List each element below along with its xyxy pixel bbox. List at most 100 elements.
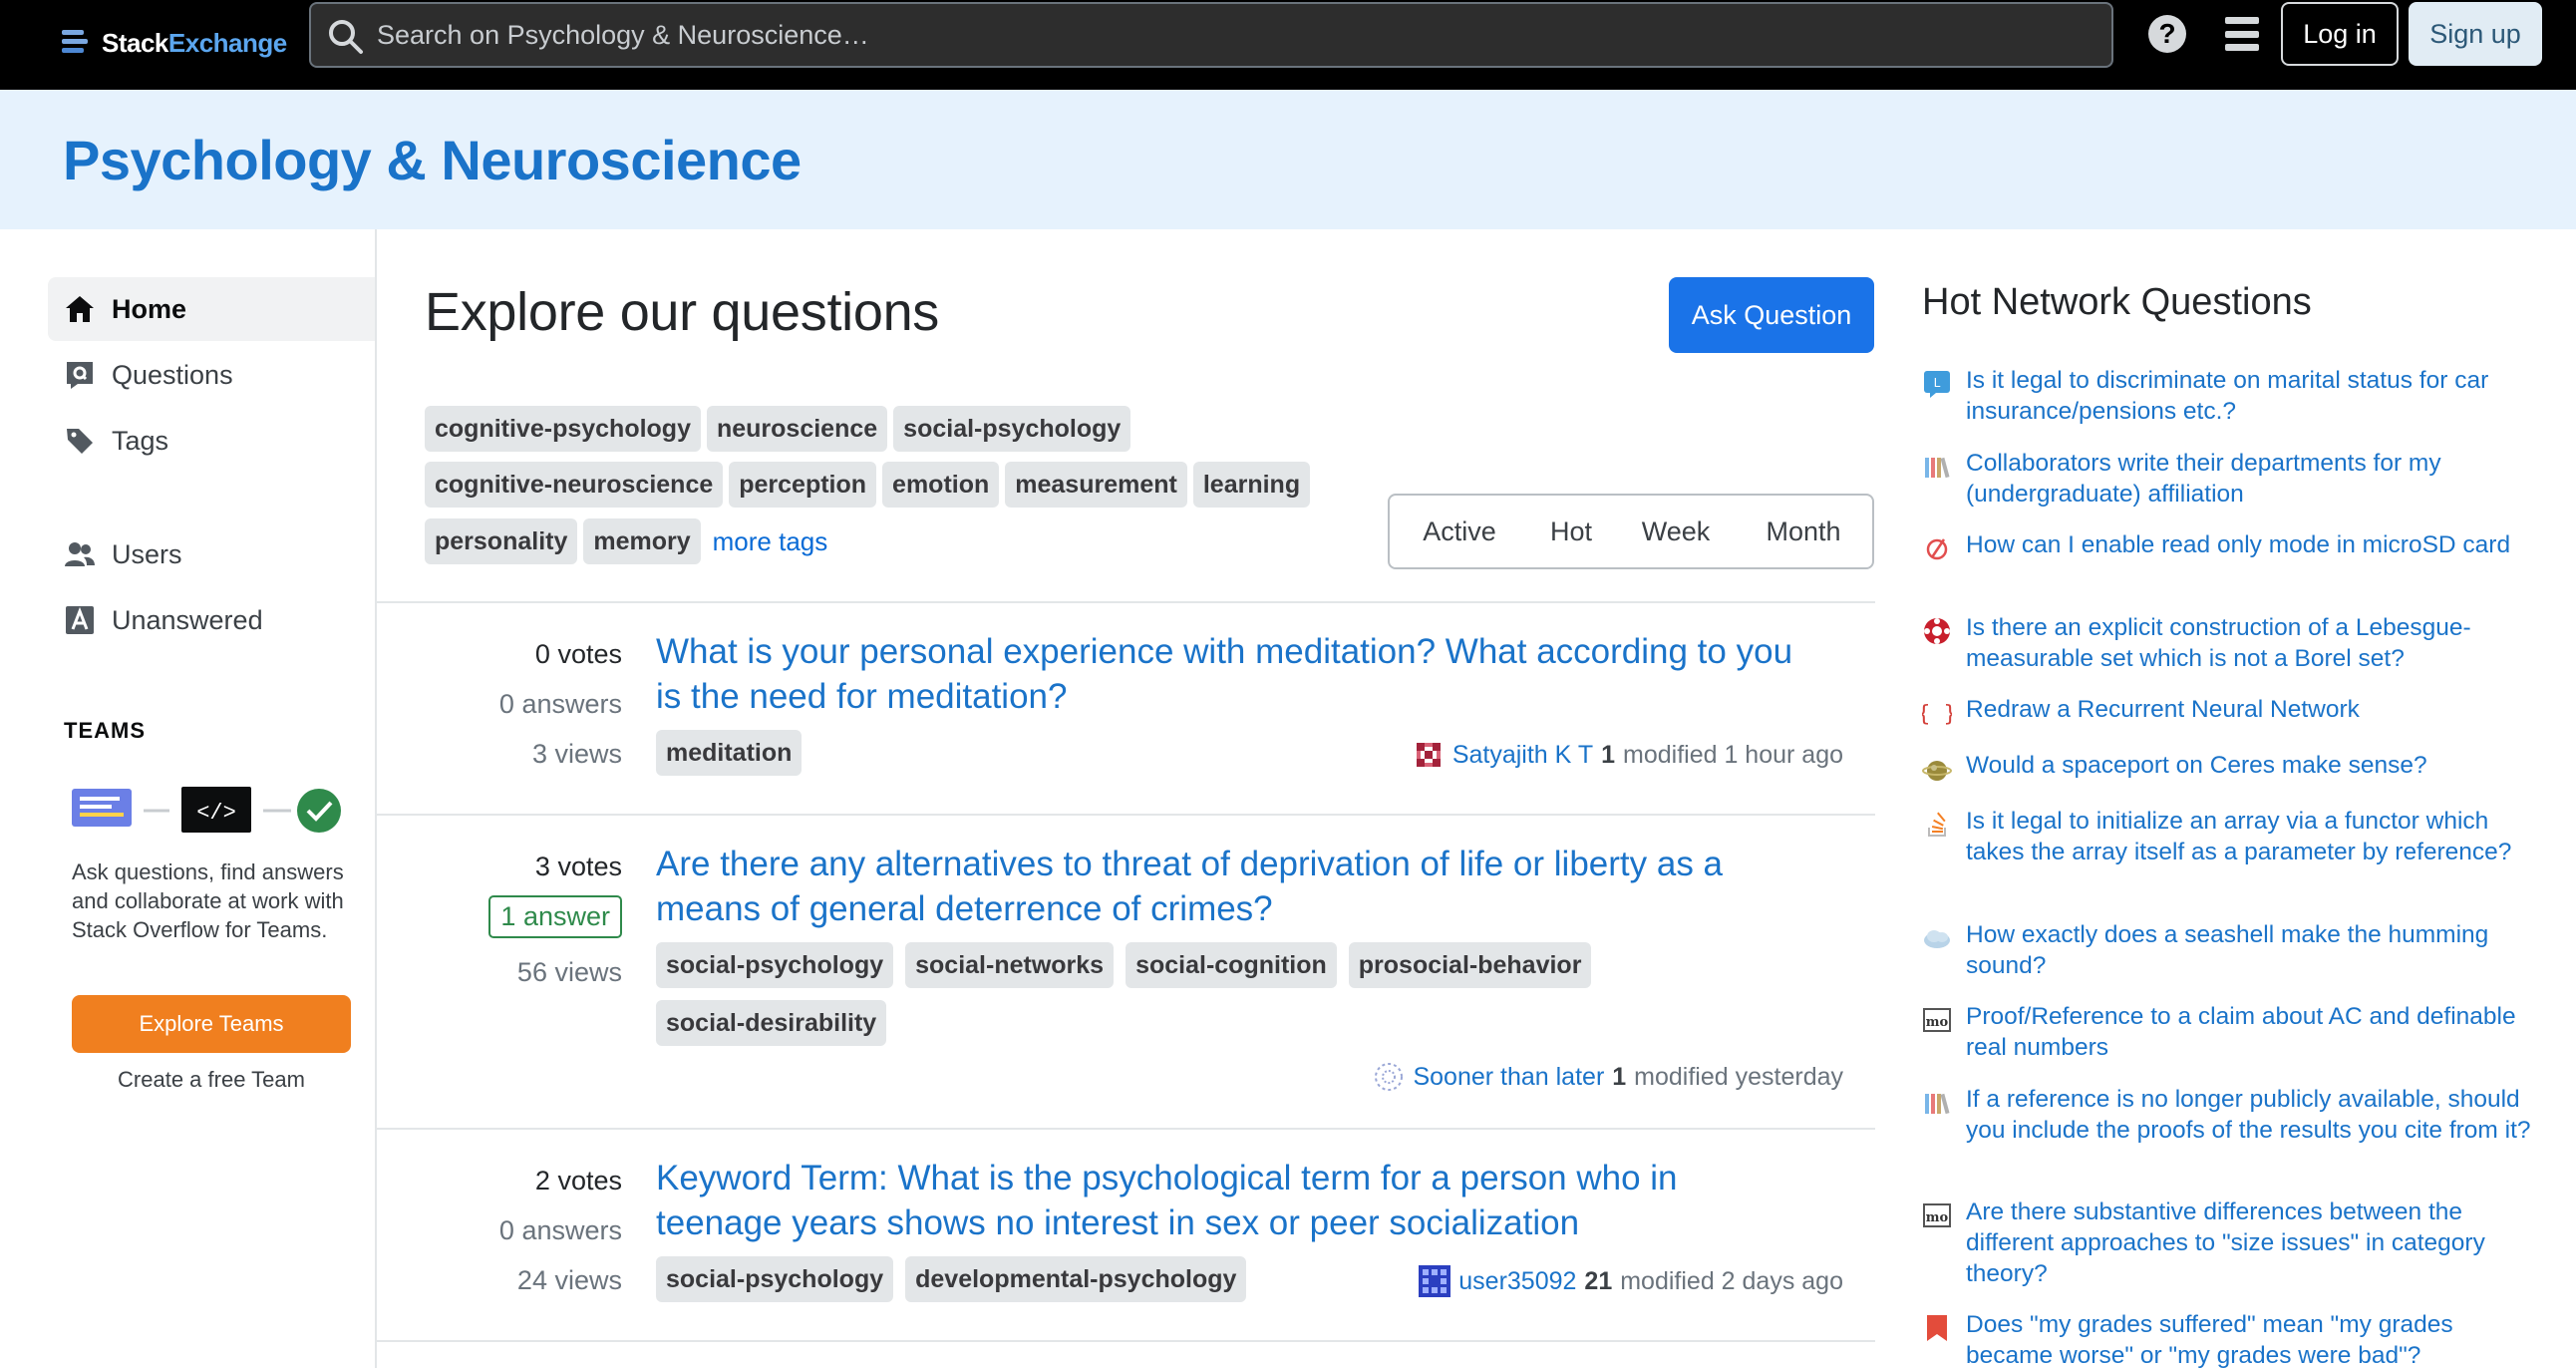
mathoverflow-site-icon: mo [1923, 1203, 1951, 1227]
hnq-item: How exactly does a seashell make the hum… [1922, 919, 2540, 981]
tag-link[interactable]: social-psychology [656, 1256, 894, 1302]
question-title-link[interactable]: Keyword Term: What is the psychological … [656, 1156, 1802, 1245]
tag-icon [64, 425, 96, 457]
help-icon[interactable]: ? [2148, 15, 2186, 53]
hnq-item: Is there an explicit construction of a L… [1922, 612, 2540, 674]
worldbuilding-site-icon [1922, 761, 1952, 781]
answer-number: 0 [498, 1215, 514, 1245]
tag-link[interactable]: social-cognition [1126, 942, 1337, 988]
hnq-item: mo Are there substantive differences bet… [1922, 1197, 2540, 1289]
tag-link[interactable]: social-desirability [656, 1000, 887, 1046]
nav-item-home[interactable]: Home [48, 277, 375, 341]
svg-text:{ }: { } [1922, 702, 1952, 727]
login-button[interactable]: Log in [2281, 2, 2399, 66]
tab-week[interactable]: Week [1613, 516, 1739, 547]
answer-label: answers [521, 1215, 622, 1245]
hnq-link[interactable]: How can I enable read only mode in micro… [1966, 529, 2510, 563]
tag-link[interactable]: emotion [882, 462, 1000, 508]
tag-link[interactable]: cognitive-psychology [425, 406, 701, 452]
hnq-link[interactable]: Proof/Reference to a claim about AC and … [1966, 1001, 2540, 1063]
vote-number: 0 [534, 639, 550, 669]
mathoverflow-site-icon: mo [1923, 1008, 1951, 1032]
popular-tags-row: personality memory more tags [425, 518, 827, 564]
logo-word-exchange: Exchange [167, 27, 287, 58]
more-tags-link[interactable]: more tags [713, 526, 828, 557]
tag-link[interactable]: neuroscience [706, 406, 888, 452]
modified-time[interactable]: modified 1 hour ago [1623, 741, 1843, 770]
tag-link[interactable]: memory [583, 518, 701, 564]
physics-site-icon [1924, 930, 1950, 948]
nav-item-users[interactable]: Users [48, 522, 375, 586]
vote-count: 2 votes [377, 1166, 622, 1197]
nav-label: Unanswered [112, 604, 263, 635]
vote-count: 0 votes [377, 639, 622, 670]
tag-link[interactable]: prosocial-behavior [1348, 942, 1592, 988]
tab-month[interactable]: Month [1739, 516, 1868, 547]
signup-button[interactable]: Sign up [2409, 2, 2542, 66]
site-title[interactable]: Psychology & Neuroscience [63, 128, 802, 192]
tag-link[interactable]: social-networks [905, 942, 1115, 988]
tag-link[interactable]: personality [425, 518, 578, 564]
hnq-link[interactable]: Redraw a Recurrent Neural Network [1966, 694, 2360, 728]
user-avatar[interactable] [1419, 1265, 1451, 1297]
user-avatar[interactable] [1412, 739, 1445, 771]
hnq-link[interactable]: Collaborators write their departments fo… [1966, 448, 2540, 510]
create-free-team-link[interactable]: Create a free Team [72, 1067, 351, 1093]
tag-link[interactable]: meditation [656, 730, 803, 776]
search-box[interactable] [309, 2, 2113, 68]
hnq-item: Would a spaceport on Ceres make sense? [1922, 750, 2540, 784]
answer-label: answer [522, 901, 610, 931]
superuser-site-icon [1926, 538, 1948, 560]
svg-text:</>: </> [196, 801, 236, 826]
law-site-icon: L [1924, 371, 1950, 398]
hnq-link[interactable]: Is there an explicit construction of a L… [1966, 612, 2540, 674]
nav-item-unanswered[interactable]: Unanswered [48, 588, 375, 652]
hnq-link[interactable]: How exactly does a seashell make the hum… [1966, 919, 2540, 981]
tag-link[interactable]: perception [729, 462, 877, 508]
hnq-item: L Is it legal to discriminate on marital… [1922, 365, 2540, 427]
user-link[interactable]: Satyajith K T [1452, 741, 1593, 770]
tag-link[interactable]: measurement [1005, 462, 1187, 508]
stackexchange-logo[interactable]: StackExchange [62, 18, 287, 68]
hnq-link[interactable]: If a reference is no longer publicly ava… [1966, 1084, 2540, 1146]
page-title: Explore our questions [425, 282, 940, 342]
users-icon [64, 538, 96, 570]
nav-label: Users [112, 538, 182, 569]
hnq-link[interactable]: Would a spaceport on Ceres make sense? [1966, 750, 2427, 784]
view-number: 56 [516, 957, 547, 987]
user-link[interactable]: Sooner than later [1413, 1063, 1604, 1092]
nav-item-questions[interactable]: Questions [48, 343, 375, 407]
site-switcher-icon[interactable] [2225, 17, 2259, 51]
popular-tags-row: cognitive-psychology neuroscience social… [425, 406, 1131, 452]
tag-link[interactable]: cognitive-neuroscience [425, 462, 724, 508]
hnq-item: Collaborators write their departments fo… [1922, 448, 2540, 510]
modified-time[interactable]: modified 2 days ago [1620, 1267, 1843, 1296]
hnq-link[interactable]: Is it legal to discriminate on marital s… [1966, 365, 2540, 427]
tag-link[interactable]: social-psychology [893, 406, 1131, 452]
tag-link[interactable]: developmental-psychology [905, 1256, 1247, 1302]
hnq-item: mo Proof/Reference to a claim about AC a… [1922, 1001, 2540, 1063]
question-title-link[interactable]: Are there any alternatives to threat of … [656, 842, 1802, 931]
user-reputation: 21 [1584, 1266, 1613, 1295]
tab-hot[interactable]: Hot [1529, 516, 1613, 547]
view-count: 3 views [377, 739, 622, 770]
vote-label: votes [557, 1166, 622, 1196]
modified-time[interactable]: modified yesterday [1634, 1063, 1843, 1092]
hnq-link[interactable]: Is it legal to initialize an array via a… [1966, 806, 2540, 867]
nav-item-tags[interactable]: Tags [48, 409, 375, 473]
tag-link[interactable]: social-psychology [656, 942, 894, 988]
answer-count: 0 answers [377, 1215, 622, 1246]
view-count: 56 views [377, 957, 622, 988]
explore-teams-button[interactable]: Explore Teams [72, 995, 351, 1053]
user-link[interactable]: user35092 [1458, 1267, 1576, 1296]
question-title-link[interactable]: What is your personal experience with me… [656, 629, 1802, 719]
view-number: 3 [531, 739, 547, 769]
ask-question-button[interactable]: Ask Question [1669, 277, 1874, 353]
hnq-link[interactable]: Does "my grades suffered" mean "my grade… [1966, 1309, 2540, 1368]
tab-active[interactable]: Active [1390, 516, 1529, 547]
user-avatar[interactable] [1373, 1061, 1406, 1093]
vote-count: 3 votes [377, 852, 622, 882]
tag-link[interactable]: learning [1192, 462, 1311, 508]
hnq-link[interactable]: Are there substantive differences betwee… [1966, 1197, 2540, 1289]
search-input[interactable] [377, 4, 2072, 66]
